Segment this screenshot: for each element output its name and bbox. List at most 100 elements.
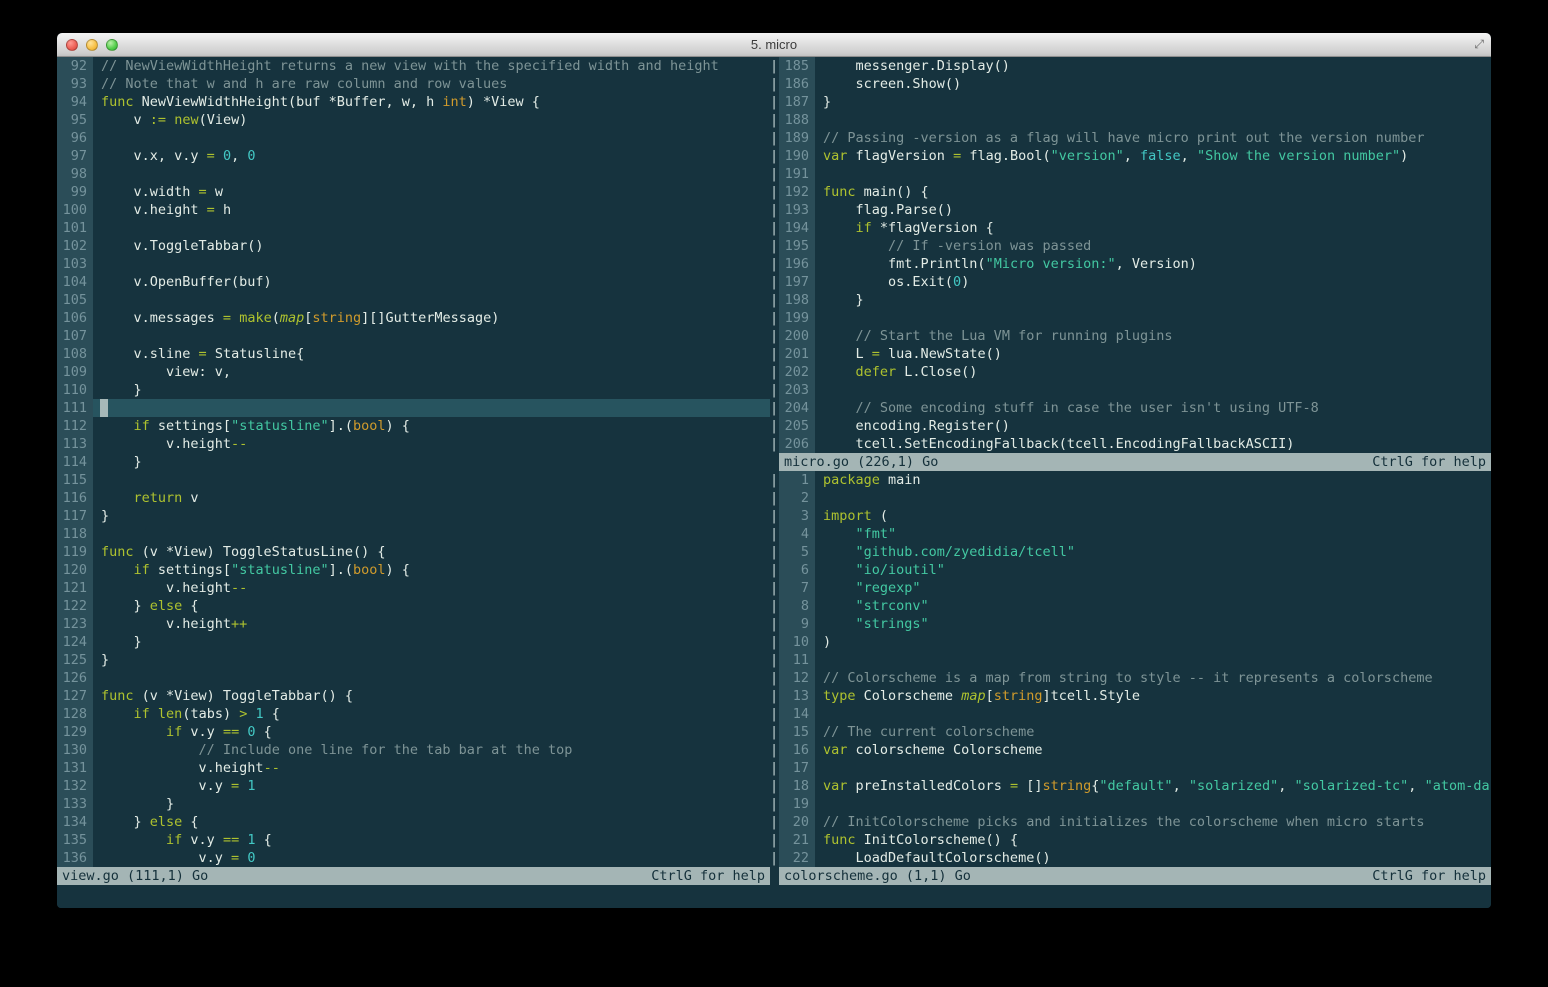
code-line[interactable]: |200 // Start the Lua VM for running plu…	[770, 327, 1491, 345]
resize-icon[interactable]: ⤢	[1474, 37, 1484, 52]
code-line[interactable]: |186 screen.Show()	[770, 75, 1491, 93]
code-line[interactable]: |18var preInstalledColors = []string{"de…	[770, 777, 1491, 795]
code-text[interactable]: if len(tabs) > 1 {	[93, 705, 770, 723]
code-text[interactable]: "strings"	[815, 615, 1491, 633]
code-text[interactable]: return v	[93, 489, 770, 507]
code-text[interactable]: var colorscheme Colorscheme	[815, 741, 1491, 759]
code-line[interactable]: |191	[770, 165, 1491, 183]
code-text[interactable]: v := new(View)	[93, 111, 770, 129]
code-text[interactable]	[815, 705, 1491, 723]
code-text[interactable]: "strconv"	[815, 597, 1491, 615]
code-line[interactable]: |15// The current colorscheme	[770, 723, 1491, 741]
code-line[interactable]: 98	[57, 165, 770, 183]
code-text[interactable]	[815, 381, 1491, 399]
code-line[interactable]: |202 defer L.Close()	[770, 363, 1491, 381]
code-text[interactable]: v.sline = Statusline{	[93, 345, 770, 363]
code-line[interactable]: 125}	[57, 651, 770, 669]
code-text[interactable]: "io/ioutil"	[815, 561, 1491, 579]
code-line[interactable]: |8 "strconv"	[770, 597, 1491, 615]
code-text[interactable]: // Start the Lua VM for running plugins	[815, 327, 1491, 345]
code-line[interactable]: |1package main	[770, 471, 1491, 489]
code-text[interactable]: )	[815, 633, 1491, 651]
code-line[interactable]: 128 if len(tabs) > 1 {	[57, 705, 770, 723]
code-text[interactable]: }	[93, 795, 770, 813]
code-text[interactable]: package main	[815, 471, 1491, 489]
code-text[interactable]: v.height--	[93, 579, 770, 597]
code-line[interactable]: |189// Passing -version as a flag will h…	[770, 129, 1491, 147]
code-line[interactable]: 115	[57, 471, 770, 489]
code-text[interactable]: import (	[815, 507, 1491, 525]
code-line[interactable]: |201 L = lua.NewState()	[770, 345, 1491, 363]
code-line[interactable]: |199	[770, 309, 1491, 327]
code-line[interactable]: 130 // Include one line for the tab bar …	[57, 741, 770, 759]
code-line[interactable]: 135 if v.y == 1 {	[57, 831, 770, 849]
code-text[interactable]: defer L.Close()	[815, 363, 1491, 381]
code-text[interactable]	[93, 399, 770, 417]
code-text[interactable]: func main() {	[815, 183, 1491, 201]
code-line[interactable]: |198 }	[770, 291, 1491, 309]
code-line[interactable]: 103	[57, 255, 770, 273]
code-text[interactable]: screen.Show()	[815, 75, 1491, 93]
pane-colorscheme-go[interactable]: |1package main|2|3import (|4 "fmt"|5 "gi…	[770, 471, 1491, 867]
code-text[interactable]: if settings["statusline"].(bool) {	[93, 561, 770, 579]
code-line[interactable]: |5 "github.com/zyedidia/tcell"	[770, 543, 1491, 561]
code-text[interactable]	[93, 669, 770, 687]
code-text[interactable]	[815, 165, 1491, 183]
code-text[interactable]	[93, 291, 770, 309]
code-line[interactable]: 107	[57, 327, 770, 345]
pane-micro-go[interactable]: |185 messenger.Display()|186 screen.Show…	[770, 57, 1491, 453]
code-line[interactable]: |20// InitColorscheme picks and initiali…	[770, 813, 1491, 831]
code-text[interactable]: // Colorscheme is a map from string to s…	[815, 669, 1491, 687]
code-line[interactable]: 121 v.height--	[57, 579, 770, 597]
code-text[interactable]: v.height--	[93, 435, 770, 453]
code-text[interactable]: v.height = h	[93, 201, 770, 219]
code-text[interactable]: // NewViewWidthHeight returns a new view…	[93, 57, 770, 75]
code-line[interactable]: 96	[57, 129, 770, 147]
code-line[interactable]: |14	[770, 705, 1491, 723]
code-text[interactable]	[93, 471, 770, 489]
code-text[interactable]	[93, 327, 770, 345]
code-line[interactable]: |205 encoding.Register()	[770, 417, 1491, 435]
code-line[interactable]: 122 } else {	[57, 597, 770, 615]
code-line[interactable]: 132 v.y = 1	[57, 777, 770, 795]
code-text[interactable]: fmt.Println("Micro version:", Version)	[815, 255, 1491, 273]
code-line[interactable]: 99 v.width = w	[57, 183, 770, 201]
code-text[interactable]: flag.Parse()	[815, 201, 1491, 219]
code-line[interactable]: 108 v.sline = Statusline{	[57, 345, 770, 363]
code-line[interactable]: |12// Colorscheme is a map from string t…	[770, 669, 1491, 687]
code-text[interactable]: func NewViewWidthHeight(buf *Buffer, w, …	[93, 93, 770, 111]
code-text[interactable]: } else {	[93, 597, 770, 615]
code-text[interactable]: "regexp"	[815, 579, 1491, 597]
code-text[interactable]: L = lua.NewState()	[815, 345, 1491, 363]
code-line[interactable]: |10)	[770, 633, 1491, 651]
code-text[interactable]: // The current colorscheme	[815, 723, 1491, 741]
code-text[interactable]	[93, 129, 770, 147]
code-line[interactable]: 111	[57, 399, 770, 417]
code-text[interactable]	[815, 795, 1491, 813]
window-titlebar[interactable]: 5. micro ⤢	[57, 33, 1491, 57]
code-line[interactable]: 94func NewViewWidthHeight(buf *Buffer, w…	[57, 93, 770, 111]
code-line[interactable]: 129 if v.y == 0 {	[57, 723, 770, 741]
code-line[interactable]: 114 }	[57, 453, 770, 471]
code-text[interactable]: // Passing -version as a flag will have …	[815, 129, 1491, 147]
code-line[interactable]: |17	[770, 759, 1491, 777]
code-line[interactable]: 95 v := new(View)	[57, 111, 770, 129]
code-line[interactable]: 112 if settings["statusline"].(bool) {	[57, 417, 770, 435]
code-line[interactable]: |4 "fmt"	[770, 525, 1491, 543]
code-line[interactable]: |195 // If -version was passed	[770, 237, 1491, 255]
code-line[interactable]: |21func InitColorscheme() {	[770, 831, 1491, 849]
code-text[interactable]: }	[93, 381, 770, 399]
code-text[interactable]: // Some encoding stuff in case the user …	[815, 399, 1491, 417]
code-line[interactable]: 93// Note that w and h are raw column an…	[57, 75, 770, 93]
code-text[interactable]: func (v *View) ToggleStatusLine() {	[93, 543, 770, 561]
code-line[interactable]: 134 } else {	[57, 813, 770, 831]
code-line[interactable]: 117}	[57, 507, 770, 525]
code-line[interactable]: |187}	[770, 93, 1491, 111]
code-line[interactable]: |6 "io/ioutil"	[770, 561, 1491, 579]
code-line[interactable]: 110 }	[57, 381, 770, 399]
code-text[interactable]: if settings["statusline"].(bool) {	[93, 417, 770, 435]
code-line[interactable]: 97 v.x, v.y = 0, 0	[57, 147, 770, 165]
code-text[interactable]: v.width = w	[93, 183, 770, 201]
code-line[interactable]: |13type Colorscheme map[string]tcell.Sty…	[770, 687, 1491, 705]
code-text[interactable]: } else {	[93, 813, 770, 831]
